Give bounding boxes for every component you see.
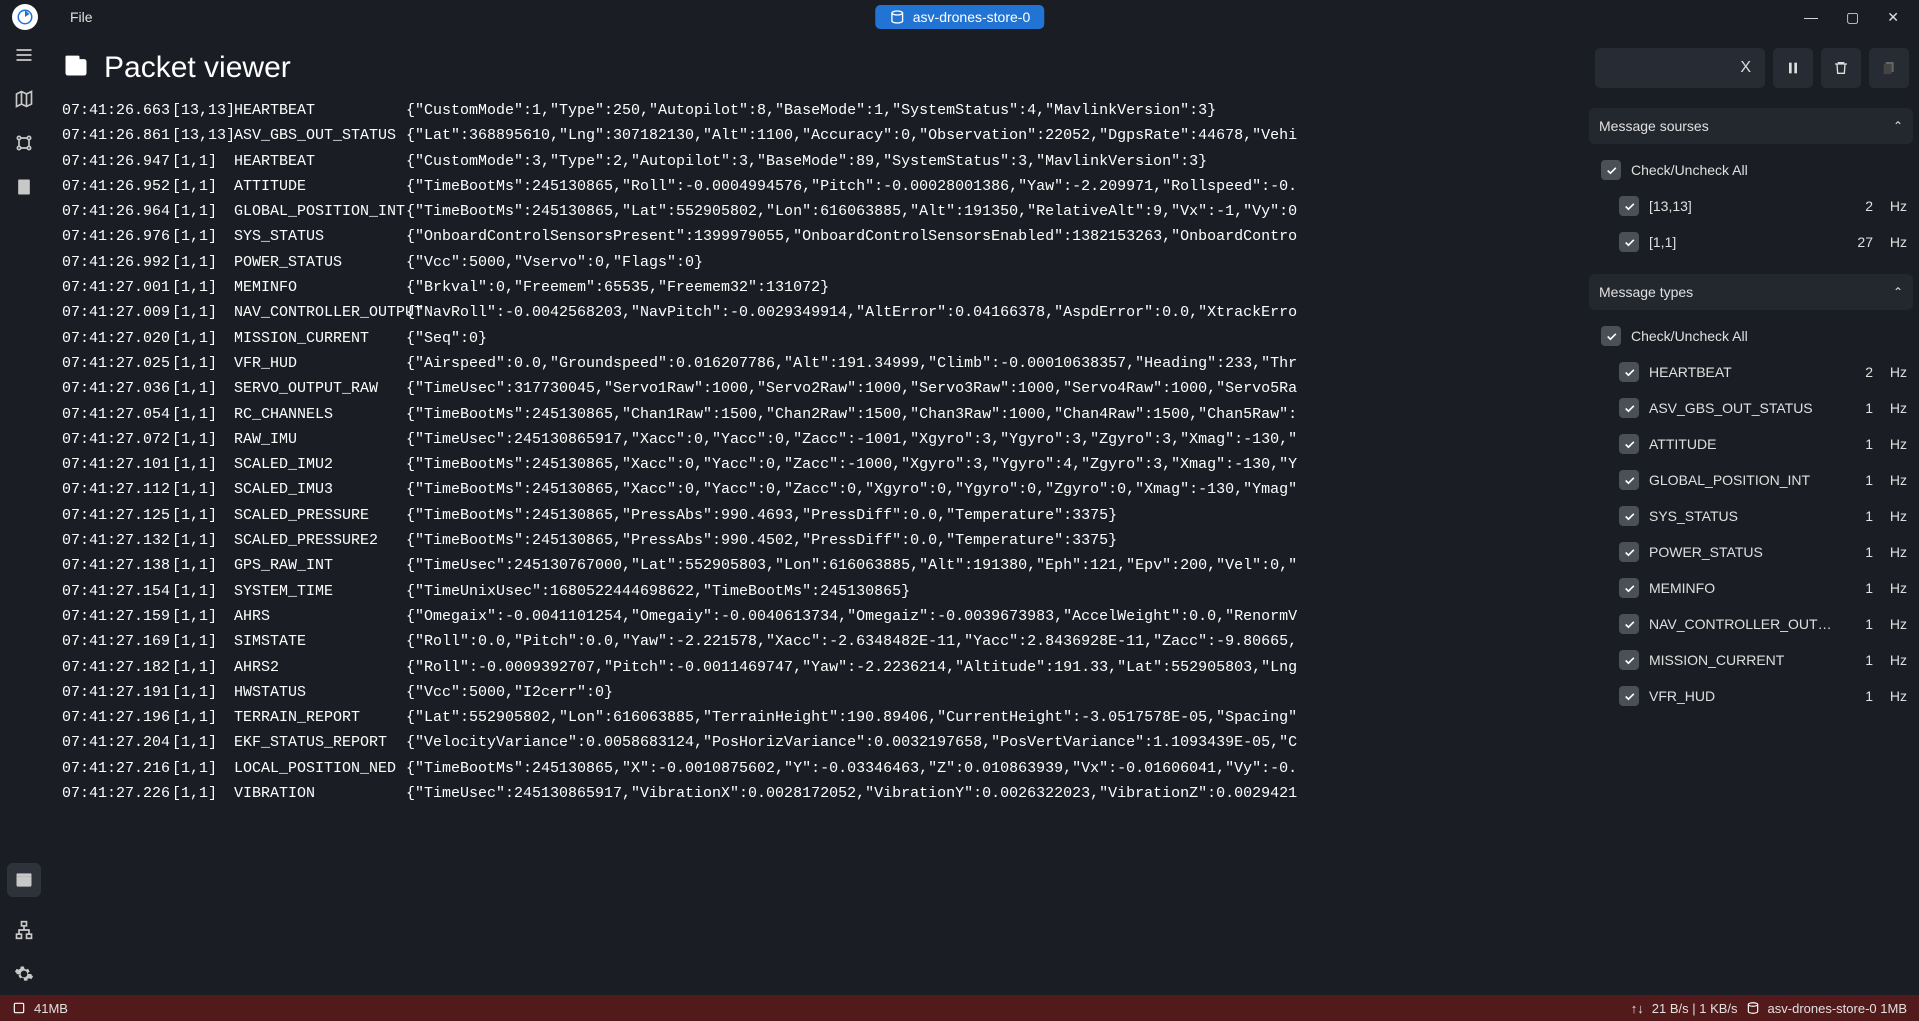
checkbox[interactable] bbox=[1619, 686, 1639, 706]
store-tag[interactable]: asv-drones-store-0 bbox=[875, 5, 1045, 29]
packet-row[interactable]: 07:41:27.154[1,1]SYSTEM_TIME{"TimeUnixUs… bbox=[62, 579, 1583, 604]
settings-icon[interactable] bbox=[13, 963, 35, 985]
store-label: asv-drones-store-0 bbox=[913, 9, 1031, 25]
packet-row[interactable]: 07:41:26.976[1,1]SYS_STATUS{"OnboardCont… bbox=[62, 224, 1583, 249]
types-title: Message types bbox=[1599, 284, 1693, 300]
checkbox[interactable] bbox=[1619, 542, 1639, 562]
checkbox[interactable] bbox=[1619, 650, 1639, 670]
checkbox[interactable] bbox=[1619, 196, 1639, 216]
packet-row[interactable]: 07:41:27.226[1,1]VIBRATION{"TimeUsec":24… bbox=[62, 781, 1583, 806]
types-check-all[interactable]: Check/Uncheck All bbox=[1595, 318, 1913, 354]
packet-viewer-header-icon bbox=[62, 51, 90, 86]
packet-row[interactable]: 07:41:27.054[1,1]RC_CHANNELS{"TimeBootMs… bbox=[62, 402, 1583, 427]
status-rate: 21 B/s | 1 KB/s bbox=[1652, 1001, 1738, 1016]
packet-row[interactable]: 07:41:27.138[1,1]GPS_RAW_INT{"TimeUsec":… bbox=[62, 553, 1583, 578]
checkbox[interactable] bbox=[1619, 614, 1639, 634]
packet-row[interactable]: 07:41:27.020[1,1]MISSION_CURRENT{"Seq":0… bbox=[62, 326, 1583, 351]
types-header[interactable]: Message types ⌃ bbox=[1589, 274, 1913, 310]
filter-input[interactable]: X bbox=[1595, 48, 1765, 88]
status-bar: 41MB ↑↓ 21 B/s | 1 KB/s asv-drones-store… bbox=[0, 995, 1919, 1021]
packet-row[interactable]: 07:41:27.132[1,1]SCALED_PRESSURE2{"TimeB… bbox=[62, 528, 1583, 553]
packet-row[interactable]: 07:41:27.112[1,1]SCALED_IMU3{"TimeBootMs… bbox=[62, 477, 1583, 502]
page-title: Packet viewer bbox=[104, 51, 291, 85]
packet-list[interactable]: 07:41:26.663[13,13]HEARTBEAT{"CustomMode… bbox=[62, 98, 1583, 995]
packet-row[interactable]: 07:41:26.992[1,1]POWER_STATUS{"Vcc":5000… bbox=[62, 250, 1583, 275]
checkbox[interactable] bbox=[1619, 362, 1639, 382]
packet-row[interactable]: 07:41:27.036[1,1]SERVO_OUTPUT_RAW{"TimeU… bbox=[62, 376, 1583, 401]
database-icon bbox=[1746, 1001, 1760, 1015]
type-item[interactable]: MISSION_CURRENT1Hz bbox=[1613, 642, 1913, 678]
packet-row[interactable]: 07:41:27.191[1,1]HWSTATUS{"Vcc":5000,"I2… bbox=[62, 680, 1583, 705]
packet-row[interactable]: 07:41:27.182[1,1]AHRS2{"Roll":-0.0009392… bbox=[62, 655, 1583, 680]
packet-row[interactable]: 07:41:27.001[1,1]MEMINFO{"Brkval":0,"Fre… bbox=[62, 275, 1583, 300]
packet-row[interactable]: 07:41:27.101[1,1]SCALED_IMU2{"TimeBootMs… bbox=[62, 452, 1583, 477]
packet-viewer-icon[interactable] bbox=[7, 863, 41, 897]
memory-icon bbox=[12, 1001, 26, 1015]
clear-icon[interactable]: X bbox=[1740, 59, 1751, 77]
type-item[interactable]: ATTITUDE1Hz bbox=[1613, 426, 1913, 462]
packet-row[interactable]: 07:41:27.159[1,1]AHRS{"Omegaix":-0.00411… bbox=[62, 604, 1583, 629]
type-item[interactable]: VFR_HUD1Hz bbox=[1613, 678, 1913, 714]
nodes-icon[interactable] bbox=[13, 132, 35, 154]
type-item[interactable]: SYS_STATUS1Hz bbox=[1613, 498, 1913, 534]
network-icon[interactable] bbox=[13, 919, 35, 941]
pause-button[interactable] bbox=[1773, 48, 1813, 88]
packet-row[interactable]: 07:41:27.025[1,1]VFR_HUD{"Airspeed":0.0,… bbox=[62, 351, 1583, 376]
checkbox[interactable] bbox=[1601, 160, 1621, 180]
type-item[interactable]: POWER_STATUS1Hz bbox=[1613, 534, 1913, 570]
sidebar bbox=[0, 34, 48, 995]
checkbox[interactable] bbox=[1619, 398, 1639, 418]
packet-row[interactable]: 07:41:26.964[1,1]GLOBAL_POSITION_INT{"Ti… bbox=[62, 199, 1583, 224]
packet-row[interactable]: 07:41:27.169[1,1]SIMSTATE{"Roll":0.0,"Pi… bbox=[62, 629, 1583, 654]
copy-button[interactable] bbox=[1869, 48, 1909, 88]
close-button[interactable]: ✕ bbox=[1887, 9, 1899, 26]
packet-row[interactable]: 07:41:27.009[1,1]NAV_CONTROLLER_OUTPUT{"… bbox=[62, 300, 1583, 325]
packet-row[interactable]: 07:41:26.663[13,13]HEARTBEAT{"CustomMode… bbox=[62, 98, 1583, 123]
hamburger-icon[interactable] bbox=[13, 44, 35, 66]
packet-row[interactable]: 07:41:26.952[1,1]ATTITUDE{"TimeBootMs":2… bbox=[62, 174, 1583, 199]
sources-check-all[interactable]: Check/Uncheck All bbox=[1595, 152, 1913, 188]
packet-row[interactable]: 07:41:27.072[1,1]RAW_IMU{"TimeUsec":2451… bbox=[62, 427, 1583, 452]
chevron-up-icon: ⌃ bbox=[1893, 285, 1903, 299]
source-item[interactable]: [13,13]2Hz bbox=[1613, 188, 1913, 224]
packet-row[interactable]: 07:41:26.947[1,1]HEARTBEAT{"CustomMode":… bbox=[62, 149, 1583, 174]
main-content: Packet viewer X 07:41:26.663[13,13]HEART… bbox=[48, 34, 1919, 995]
type-item[interactable]: GLOBAL_POSITION_INT1Hz bbox=[1613, 462, 1913, 498]
type-item[interactable]: HEARTBEAT2Hz bbox=[1613, 354, 1913, 390]
checkbox[interactable] bbox=[1619, 232, 1639, 252]
type-item[interactable]: MEMINFO1Hz bbox=[1613, 570, 1913, 606]
sources-header[interactable]: Message sourses ⌃ bbox=[1589, 108, 1913, 144]
checkbox[interactable] bbox=[1619, 506, 1639, 526]
type-item[interactable]: ASV_GBS_OUT_STATUS1Hz bbox=[1613, 390, 1913, 426]
type-item[interactable]: NAV_CONTROLLER_OUTPUT1Hz bbox=[1613, 606, 1913, 642]
checkbox[interactable] bbox=[1619, 434, 1639, 454]
packet-row[interactable]: 07:41:27.196[1,1]TERRAIN_REPORT{"Lat":55… bbox=[62, 705, 1583, 730]
packet-row[interactable]: 07:41:27.125[1,1]SCALED_PRESSURE{"TimeBo… bbox=[62, 503, 1583, 528]
sources-title: Message sourses bbox=[1599, 118, 1709, 134]
titlebar: File asv-drones-store-0 — ▢ ✕ bbox=[0, 0, 1919, 34]
packet-row[interactable]: 07:41:27.216[1,1]LOCAL_POSITION_NED{"Tim… bbox=[62, 756, 1583, 781]
maximize-button[interactable]: ▢ bbox=[1846, 9, 1859, 26]
status-memory: 41MB bbox=[34, 1001, 68, 1016]
delete-button[interactable] bbox=[1821, 48, 1861, 88]
app-logo bbox=[12, 4, 38, 30]
right-panel: Message sourses ⌃ Check/Uncheck All [13,… bbox=[1589, 98, 1919, 995]
upload-icon: ↑↓ bbox=[1631, 1001, 1644, 1016]
checkbox[interactable] bbox=[1601, 326, 1621, 346]
source-item[interactable]: [1,1]27Hz bbox=[1613, 224, 1913, 260]
checkbox[interactable] bbox=[1619, 578, 1639, 598]
log-icon[interactable] bbox=[13, 176, 35, 198]
file-menu[interactable]: File bbox=[62, 5, 101, 29]
status-store: asv-drones-store-0 1MB bbox=[1768, 1001, 1907, 1016]
packet-row[interactable]: 07:41:27.204[1,1]EKF_STATUS_REPORT{"Velo… bbox=[62, 730, 1583, 755]
packet-row[interactable]: 07:41:26.861[13,13]ASV_GBS_OUT_STATUS{"L… bbox=[62, 123, 1583, 148]
checkbox[interactable] bbox=[1619, 470, 1639, 490]
minimize-button[interactable]: — bbox=[1804, 9, 1818, 26]
map-icon[interactable] bbox=[13, 88, 35, 110]
chevron-up-icon: ⌃ bbox=[1893, 119, 1903, 133]
